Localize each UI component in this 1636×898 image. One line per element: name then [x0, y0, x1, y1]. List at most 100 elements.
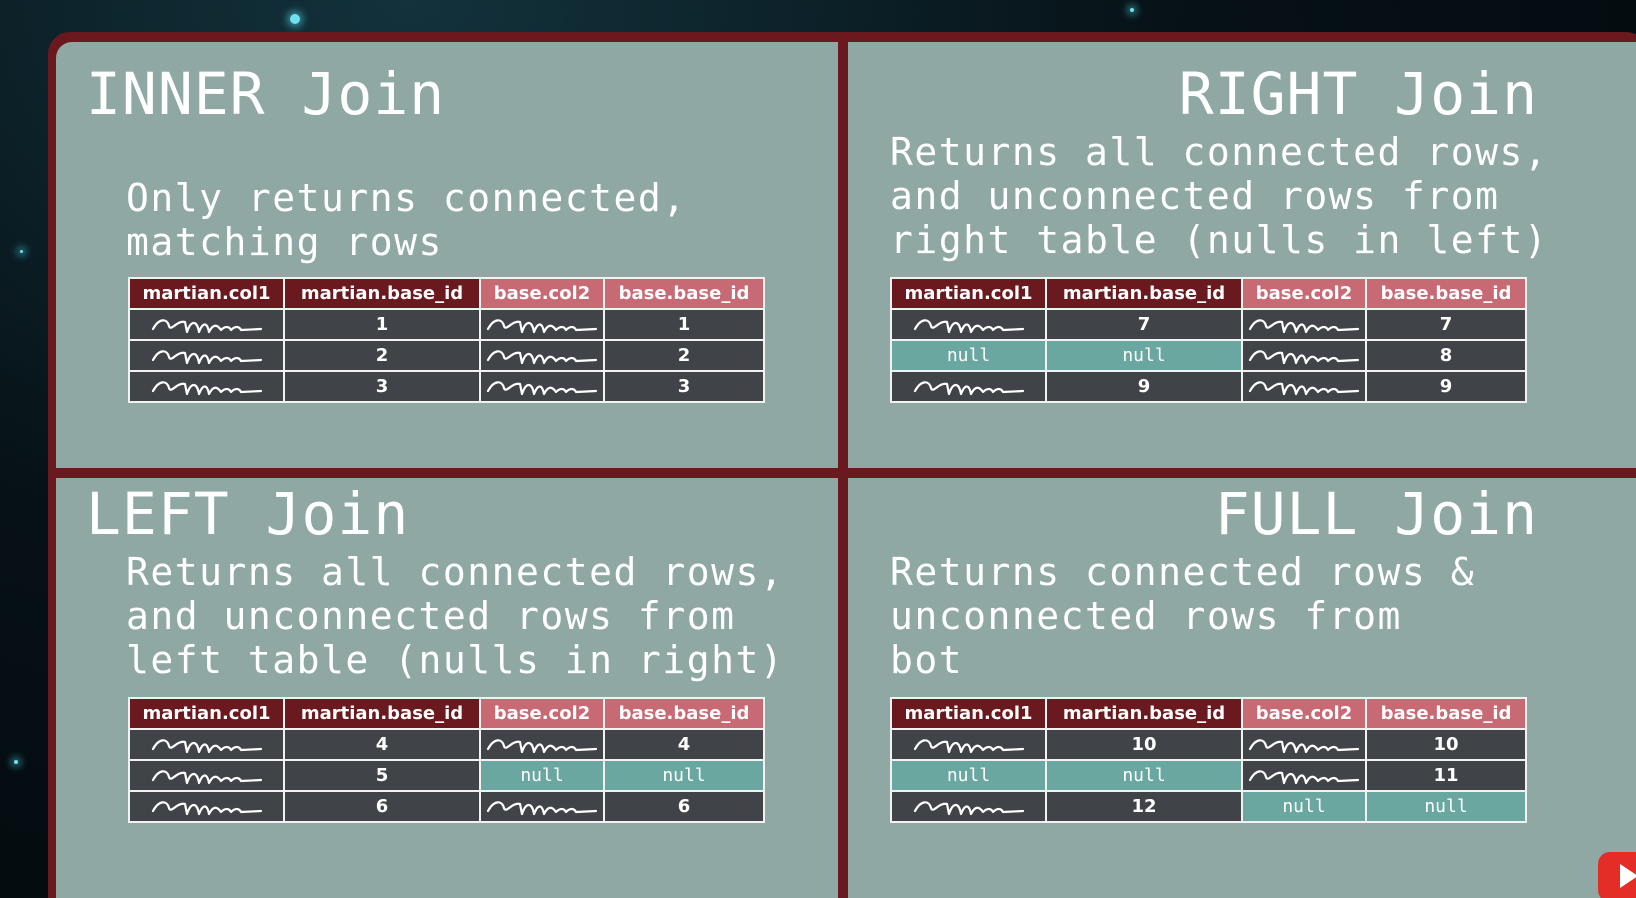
scribble-cell: [128, 728, 285, 761]
handwritten-squiggle-icon: [1248, 380, 1360, 395]
description-line: unconnected rows from: [890, 594, 1402, 638]
left-join-panel: LEFT Join Returns all connected rows, an…: [56, 478, 838, 898]
scribble-cell: [890, 370, 1047, 403]
handwritten-squiggle-icon: [486, 738, 598, 753]
table-row: 22: [128, 339, 765, 372]
id-cell: 11: [1365, 759, 1527, 792]
play-button-icon[interactable]: [1598, 852, 1636, 898]
table-row: 77: [890, 308, 1527, 341]
scribble-cell: [479, 308, 605, 341]
inner-join-description: Only returns connected, matching rows: [126, 176, 687, 264]
handwritten-squiggle-icon: [486, 318, 598, 333]
description-line: Returns connected rows &: [890, 550, 1476, 594]
id-cell: 6: [603, 790, 765, 823]
table-header-row: martian.col1 martian.base_id base.col2 base…: [890, 277, 1527, 310]
left-join-description: Returns all connected rows, and unconnec…: [126, 550, 784, 682]
scribble-cell: [1241, 728, 1367, 761]
join-result-table: martian.col1 martian.base_id base.col2 base…: [890, 277, 1527, 403]
column-header: martian.base_id: [283, 697, 481, 730]
table-header-row: martian.col1 martian.base_id base.col2 base…: [890, 697, 1527, 730]
column-header: martian.base_id: [283, 277, 481, 310]
join-result-table: martian.col1 martian.base_id base.col2 base…: [128, 277, 765, 403]
handwritten-squiggle-icon: [151, 318, 262, 333]
background-glow-dot: [290, 14, 300, 24]
table-row: 12 null null: [890, 790, 1527, 823]
table-header-row: martian.col1 martian.base_id base.col2 base…: [128, 277, 765, 310]
column-header: martian.col1: [890, 697, 1047, 730]
handwritten-squiggle-icon: [151, 349, 262, 364]
handwritten-squiggle-icon: [486, 380, 598, 395]
id-cell: 4: [283, 728, 481, 761]
column-header: base.col2: [1241, 277, 1367, 310]
background-glow-dot: [14, 760, 18, 764]
id-cell: 9: [1045, 370, 1243, 403]
table-header-row: martian.col1 martian.base_id base.col2 base…: [128, 697, 765, 730]
table-row: 5 null null: [128, 759, 765, 792]
id-cell: 5: [283, 759, 481, 792]
column-header: martian.col1: [128, 277, 285, 310]
id-cell: 2: [603, 339, 765, 372]
description-line: bot: [890, 638, 964, 682]
right-join-panel: RIGHT Join Returns all connected rows, a…: [848, 42, 1636, 468]
handwritten-squiggle-icon: [486, 349, 598, 364]
id-cell: 9: [1365, 370, 1527, 403]
scribble-cell: [890, 728, 1047, 761]
null-cell: null: [1045, 759, 1243, 792]
scribble-cell: [1241, 759, 1367, 792]
id-cell: 10: [1365, 728, 1527, 761]
handwritten-squiggle-icon: [1248, 318, 1360, 333]
id-cell: 2: [283, 339, 481, 372]
inner-join-panel: INNER Join Only returns connected, match…: [56, 42, 838, 468]
column-header: martian.base_id: [1045, 697, 1243, 730]
table-row: 33: [128, 370, 765, 403]
table-row: null null 8: [890, 339, 1527, 372]
column-header: base.base_id: [1365, 697, 1527, 730]
null-cell: null: [603, 759, 765, 792]
scribble-cell: [128, 339, 285, 372]
handwritten-squiggle-icon: [151, 769, 262, 784]
description-line: matching rows: [126, 220, 443, 264]
handwritten-squiggle-icon: [151, 738, 262, 753]
handwritten-squiggle-icon: [913, 738, 1024, 753]
id-cell: 3: [603, 370, 765, 403]
column-header: base.base_id: [603, 697, 765, 730]
left-join-title: LEFT Join: [86, 480, 410, 548]
handwritten-squiggle-icon: [151, 800, 262, 815]
null-cell: null: [479, 759, 605, 792]
null-cell: null: [1365, 790, 1527, 823]
id-cell: 8: [1365, 339, 1527, 372]
full-join-title: FULL Join: [1214, 480, 1538, 548]
null-cell: null: [1045, 339, 1243, 372]
description-line: and unconnected rows from: [890, 174, 1500, 218]
handwritten-squiggle-icon: [1248, 738, 1360, 753]
table-row: null null 11: [890, 759, 1527, 792]
table-row: 66: [128, 790, 765, 823]
scribble-cell: [1241, 308, 1367, 341]
handwritten-squiggle-icon: [913, 380, 1024, 395]
id-cell: 4: [603, 728, 765, 761]
id-cell: 1: [603, 308, 765, 341]
table-row: 99: [890, 370, 1527, 403]
description-line: Only returns connected,: [126, 176, 687, 220]
column-header: base.base_id: [603, 277, 765, 310]
id-cell: 3: [283, 370, 481, 403]
join-result-table: martian.col1 martian.base_id base.col2 base…: [128, 697, 765, 823]
id-cell: 12: [1045, 790, 1243, 823]
column-header: martian.col1: [128, 697, 285, 730]
right-join-title: RIGHT Join: [1178, 60, 1538, 128]
column-header: martian.base_id: [1045, 277, 1243, 310]
scribble-cell: [479, 370, 605, 403]
description-line: left table (nulls in right): [126, 638, 785, 682]
scribble-cell: [479, 728, 605, 761]
description-line: and unconnected rows from: [126, 594, 736, 638]
table-row: 11: [128, 308, 765, 341]
description-line: Returns all connected rows,: [890, 130, 1549, 174]
column-header: martian.col1: [890, 277, 1047, 310]
scribble-cell: [128, 370, 285, 403]
null-cell: null: [890, 339, 1047, 372]
scribble-cell: [890, 308, 1047, 341]
scribble-cell: [1241, 339, 1367, 372]
scribble-cell: [479, 339, 605, 372]
description-line: Returns all connected rows,: [126, 550, 785, 594]
id-cell: 10: [1045, 728, 1243, 761]
